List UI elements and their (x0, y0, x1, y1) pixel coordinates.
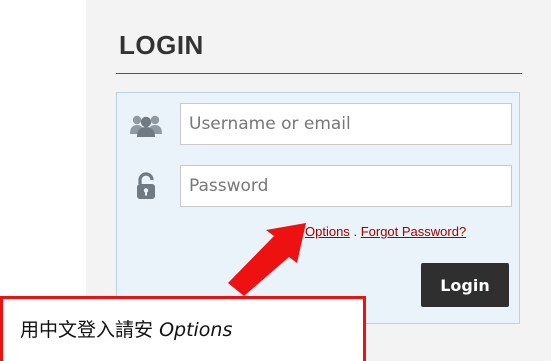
annotation-callout: 用中文登入請安 Options (0, 296, 366, 361)
annotation-chinese-text: 用中文登入請安 (20, 319, 154, 341)
annotation-options-text: Options (159, 319, 233, 341)
